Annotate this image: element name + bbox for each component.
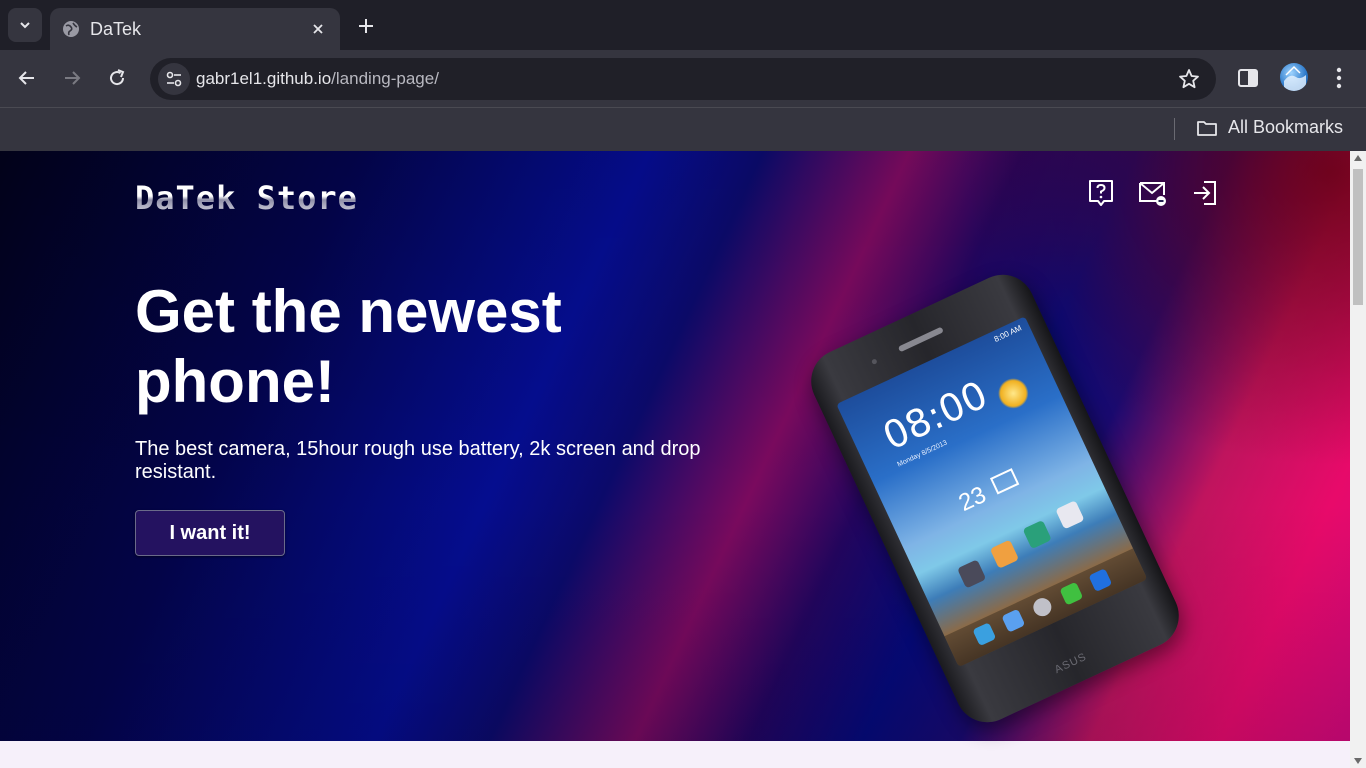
- tab-search-button[interactable]: [8, 8, 42, 42]
- scroll-up-arrow-icon[interactable]: [1354, 155, 1362, 161]
- tab-active[interactable]: DaTek: [50, 8, 340, 50]
- close-icon: [313, 24, 323, 34]
- i-want-it-button[interactable]: I want it!: [135, 510, 285, 556]
- login-icon[interactable]: [1192, 179, 1218, 207]
- page-scrollbar[interactable]: [1350, 151, 1366, 768]
- sun-icon: [993, 373, 1034, 414]
- plus-icon: [359, 19, 373, 33]
- gallery-app-icon: [1022, 519, 1052, 550]
- address-bar[interactable]: gabr1el1.github.io/landing-page/: [150, 58, 1216, 100]
- header-icons: [1088, 179, 1218, 207]
- site-info-button[interactable]: [158, 63, 190, 95]
- tab-close-button[interactable]: [308, 19, 328, 39]
- scrollbar-thumb[interactable]: [1353, 169, 1363, 305]
- back-button[interactable]: [13, 64, 41, 92]
- mail-icon[interactable]: [1138, 179, 1168, 207]
- chevron-down-icon: [20, 22, 30, 29]
- phone-day-number: 23: [954, 481, 991, 517]
- scroll-down-arrow-icon[interactable]: [1354, 758, 1362, 764]
- bookmarks-bar: All Bookmarks: [0, 107, 1366, 151]
- hero-subtext: The best camera, 15hour rough use batter…: [135, 438, 701, 483]
- all-bookmarks-label: All Bookmarks: [1228, 117, 1344, 137]
- arrow-left-icon: [18, 71, 34, 85]
- envelope-icon: [989, 468, 1020, 495]
- notes-app-icon: [989, 539, 1020, 569]
- reload-icon: [110, 69, 125, 86]
- page-viewport: DaTek Store Get the newest phone! The be…: [0, 151, 1350, 768]
- more-menu-icon[interactable]: [1328, 65, 1350, 91]
- hero-section: DaTek Store Get the newest phone! The be…: [0, 151, 1350, 741]
- globe-icon: [63, 21, 79, 37]
- camera-app-icon: [957, 559, 987, 589]
- tab-title: DaTek: [90, 18, 142, 39]
- all-bookmarks-button[interactable]: All Bookmarks: [1196, 117, 1343, 138]
- reload-button[interactable]: [103, 64, 131, 92]
- site-logo[interactable]: DaTek Store: [135, 179, 358, 217]
- url-text: gabr1el1.github.io/landing-page/: [196, 69, 439, 89]
- new-tab-button[interactable]: [352, 12, 380, 40]
- phone-image: 8:00 AM 08:00 Monday 8/5/2013 23 ASUS: [800, 264, 1190, 733]
- help-icon[interactable]: [1088, 179, 1114, 207]
- url-host: gabr1el1.github.io: [196, 69, 332, 88]
- folder-icon: [1197, 120, 1217, 136]
- forward-button[interactable]: [58, 64, 86, 92]
- hero-headline: Get the newest phone!: [135, 278, 562, 415]
- side-panel-icon[interactable]: [1237, 67, 1259, 89]
- bookmarks-separator: [1174, 118, 1175, 140]
- star-icon[interactable]: [1178, 68, 1200, 90]
- browser-toolbar: gabr1el1.github.io/landing-page/: [0, 50, 1366, 107]
- play-store-icon: [1055, 500, 1085, 530]
- url-path: /landing-page/: [331, 69, 439, 88]
- arrow-right-icon: [65, 71, 81, 85]
- tab-strip: DaTek: [0, 0, 1366, 50]
- profile-icon: [1284, 65, 1306, 91]
- tune-icon: [166, 71, 182, 87]
- profile-avatar[interactable]: [1280, 63, 1308, 91]
